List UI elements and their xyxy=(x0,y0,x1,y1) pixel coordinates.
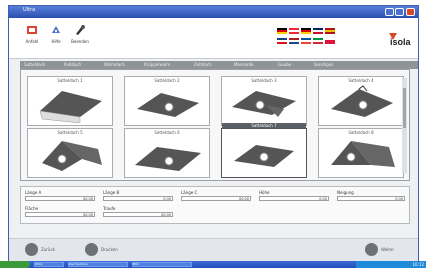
roof-card-grid: Satteldach 1 Satteldach 2 Satteldach 3 S… xyxy=(20,69,410,181)
hilfe-label: Hilfe xyxy=(51,39,61,44)
roof-card[interactable]: Satteldach 3 xyxy=(221,76,307,126)
laenge-c-input[interactable]: 00,00 xyxy=(181,196,251,201)
maximize-button[interactable] xyxy=(395,8,404,16)
isola-logo: isola xyxy=(389,33,412,47)
back-label: Zurück xyxy=(41,247,55,252)
settings-icon xyxy=(27,26,37,34)
system-tray: 10:12 xyxy=(356,261,426,268)
minimize-button[interactable] xyxy=(385,8,394,16)
tab-satteldach[interactable]: Satteldach xyxy=(22,62,47,68)
flag-icon[interactable] xyxy=(277,38,287,44)
roof-card[interactable]: Satteldach 2 xyxy=(124,76,210,126)
roof-card-selected[interactable]: Satteldach 7 xyxy=(221,123,307,178)
flag-icon[interactable] xyxy=(277,28,287,34)
roof-card[interactable]: Satteldach 6 xyxy=(124,128,210,178)
roof-card[interactable]: Satteldach 5 xyxy=(27,128,113,178)
tab-kruppelwalm[interactable]: Krüppelwalm xyxy=(142,62,172,68)
hilfe-button[interactable]: Hilfe xyxy=(47,24,65,44)
print-button[interactable]: Drucken xyxy=(85,243,125,257)
roof-drawing xyxy=(135,147,201,171)
next-button[interactable]: Weiter xyxy=(365,243,405,257)
flag-icon[interactable] xyxy=(289,28,299,34)
exit-icon xyxy=(76,25,85,35)
taskbar-item[interactable]: Dachrechner xyxy=(68,262,128,267)
field-label: Neigung xyxy=(337,190,354,195)
field-label: Länge C xyxy=(181,190,198,195)
anfahl-label: Anfahl xyxy=(25,39,39,44)
flag-icon[interactable] xyxy=(301,28,311,34)
tab-mansarde[interactable]: Mansarde xyxy=(232,62,256,68)
back-icon xyxy=(25,243,38,256)
roof-card[interactable]: Satteldach 1 xyxy=(27,76,113,126)
roof-card[interactable]: Satteldach 4 xyxy=(318,76,404,126)
tab-gaube[interactable]: Gaube xyxy=(276,62,293,68)
roof-drawing xyxy=(331,141,395,167)
back-button[interactable]: Zurück xyxy=(25,243,65,257)
flag-icon[interactable] xyxy=(313,28,323,34)
bottom-bar: Zurück Drucken Weiter xyxy=(9,238,418,261)
clock: 10:12 xyxy=(412,262,424,267)
app-window: Ultra Anfahl Hilfe Beenden isola Satteld… xyxy=(8,5,419,261)
hoehe-input[interactable]: 0,00 xyxy=(259,196,329,201)
card-scrollbar[interactable] xyxy=(402,78,407,173)
laenge-a-input[interactable]: 00,00 xyxy=(25,196,95,201)
toolbar: Anfahl Hilfe Beenden isola xyxy=(9,18,418,59)
field-label: Fläche xyxy=(25,206,39,211)
laenge-b-input[interactable]: 0,00 xyxy=(103,196,173,201)
flag-icon[interactable] xyxy=(325,28,335,34)
roof-drawing xyxy=(39,91,102,123)
flag-icon[interactable] xyxy=(289,38,299,44)
desktop-screen: Ultra Anfahl Hilfe Beenden isola Satteld… xyxy=(0,0,426,268)
flag-icon[interactable] xyxy=(301,38,311,44)
roof-drawing xyxy=(234,145,294,167)
field-label: Länge A xyxy=(25,190,42,195)
help-icon xyxy=(52,26,60,33)
start-button[interactable] xyxy=(0,261,30,268)
field-label: Höhe xyxy=(259,190,270,195)
traufe-input[interactable]: 00,00 xyxy=(103,212,173,217)
dimensions-panel: Länge A 00,00 Länge B 0,00 Länge C 00,00… xyxy=(20,186,410,224)
flag-icon[interactable] xyxy=(313,38,323,44)
field-label: Traufe xyxy=(103,206,116,211)
scrollbar-thumb[interactable] xyxy=(403,88,406,128)
close-button[interactable] xyxy=(406,8,415,16)
roof-card-label: Satteldach 7 xyxy=(222,123,306,128)
taskbar-item[interactable]: Ultra xyxy=(34,262,64,267)
beenden-button[interactable]: Beenden xyxy=(71,24,89,44)
flaeche-input[interactable]: 00,00 xyxy=(25,212,95,217)
tab-walmdach[interactable]: Walmdach xyxy=(102,62,127,68)
roof-card[interactable]: Satteldach 8 xyxy=(318,128,404,178)
roof-drawing xyxy=(232,91,296,117)
flag-icon[interactable] xyxy=(325,38,335,44)
next-label: Weiter xyxy=(381,247,394,252)
next-icon xyxy=(365,243,378,256)
logo-text: isola xyxy=(390,37,412,47)
anfahl-button[interactable]: Anfahl xyxy=(23,24,41,44)
print-label: Drucken xyxy=(101,247,118,252)
field-label: Länge B xyxy=(103,190,120,195)
taskbar-item[interactable]: Bild xyxy=(132,262,192,267)
roof-drawing xyxy=(137,93,199,117)
language-flags xyxy=(277,28,335,48)
print-icon xyxy=(85,243,98,256)
taskbar: Ultra Dachrechner Bild 10:12 xyxy=(0,261,426,268)
beenden-label: Beenden xyxy=(71,39,89,44)
tab-zeltdach[interactable]: Zeltdach xyxy=(192,62,214,68)
roof-type-tabs: Satteldach Pultdach Walmdach Krüppelwalm… xyxy=(20,61,418,69)
title-bar[interactable]: Ultra xyxy=(9,6,418,18)
roof-drawing xyxy=(42,141,102,171)
neigung-input[interactable]: 0,00 xyxy=(337,196,405,201)
tab-sonstiges[interactable]: Sonstiges xyxy=(312,62,335,68)
roof-drawing xyxy=(331,85,393,117)
window-title: Ultra xyxy=(23,7,36,13)
tab-pultdach[interactable]: Pultdach xyxy=(62,62,83,68)
